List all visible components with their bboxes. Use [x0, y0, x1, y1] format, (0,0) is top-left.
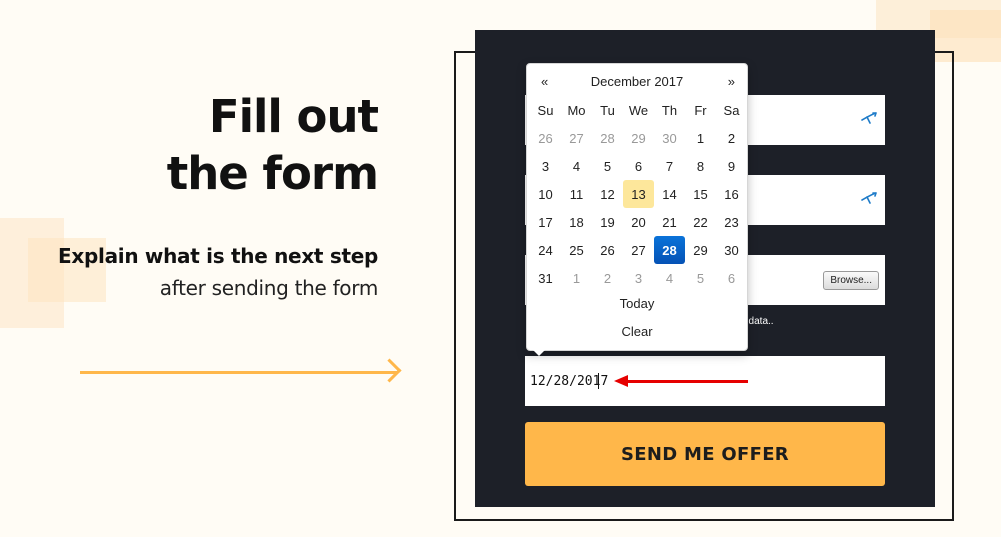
- weekday-header: Tu: [600, 102, 615, 118]
- day-cell[interactable]: 2: [716, 124, 747, 152]
- weekday-header: Su: [537, 102, 554, 118]
- day-cell[interactable]: 30: [654, 124, 685, 152]
- hero-subtitle-light: after sending the form: [159, 276, 379, 300]
- clear-button[interactable]: Clear: [527, 324, 747, 339]
- day-cell[interactable]: 26: [530, 124, 561, 152]
- day-cell[interactable]: 2: [592, 264, 623, 292]
- weekday-header: Fr: [694, 102, 707, 118]
- day-cell[interactable]: 28: [592, 124, 623, 152]
- day-cell-today[interactable]: 13: [623, 180, 654, 208]
- day-cell[interactable]: 6: [623, 152, 654, 180]
- day-cell[interactable]: 11: [561, 180, 592, 208]
- datepicker-popup: « December 2017 » Su Mo Tu We Th Fr Sa 26 27 28 29…: [526, 63, 748, 351]
- day-cell[interactable]: 16: [716, 180, 747, 208]
- day-cell[interactable]: 10: [530, 180, 561, 208]
- day-cell[interactable]: 3: [623, 264, 654, 292]
- day-cell[interactable]: 19: [592, 208, 623, 236]
- day-cell[interactable]: 26: [592, 236, 623, 264]
- weekday-header: We: [628, 102, 649, 118]
- day-cell[interactable]: 23: [716, 208, 747, 236]
- datepicker-title[interactable]: December 2017: [531, 74, 743, 89]
- datepicker-header: « December 2017 »: [531, 70, 743, 92]
- text-caret: [598, 373, 599, 389]
- day-cell[interactable]: 4: [561, 152, 592, 180]
- annotation-arrow: [626, 380, 748, 383]
- day-cell[interactable]: 30: [716, 236, 747, 264]
- day-cell[interactable]: 27: [561, 124, 592, 152]
- next-month-button[interactable]: »: [728, 74, 735, 89]
- decor-square-left: [0, 218, 64, 328]
- day-cell[interactable]: 17: [530, 208, 561, 236]
- day-cell[interactable]: 22: [685, 208, 716, 236]
- hero-title-line1: Fill out: [208, 90, 379, 143]
- decor-arrow: [80, 371, 398, 374]
- day-cell[interactable]: 7: [654, 152, 685, 180]
- day-cell[interactable]: 8: [685, 152, 716, 180]
- weekday-header: Sa: [723, 102, 740, 118]
- datepicker-grid: Su Mo Tu We Th Fr Sa 26 27 28 29 30 1 2 3 4 5 6 7 8 9 10 11 12 1…: [530, 96, 747, 292]
- day-cell[interactable]: 5: [685, 264, 716, 292]
- day-cell-selected[interactable]: 28: [654, 236, 685, 264]
- day-cell[interactable]: 24: [530, 236, 561, 264]
- hero-title: Fill out the form: [166, 88, 379, 202]
- day-cell[interactable]: 29: [685, 236, 716, 264]
- hero-title-line2: the form: [166, 147, 379, 200]
- day-cell[interactable]: 14: [654, 180, 685, 208]
- day-cell[interactable]: 9: [716, 152, 747, 180]
- day-cell[interactable]: 18: [561, 208, 592, 236]
- hero-subtitle-bold: Explain what is the next step: [58, 244, 378, 268]
- day-cell[interactable]: 3: [530, 152, 561, 180]
- weekday-header: Mo: [567, 102, 586, 118]
- day-cell[interactable]: 1: [685, 124, 716, 152]
- day-cell[interactable]: 25: [561, 236, 592, 264]
- day-cell[interactable]: 1: [561, 264, 592, 292]
- swoosh-icon: [861, 191, 879, 207]
- day-cell[interactable]: 27: [623, 236, 654, 264]
- today-button[interactable]: Today: [527, 296, 747, 311]
- arrow-right-icon: [377, 358, 402, 383]
- datepicker-pointer: [532, 349, 546, 356]
- day-cell[interactable]: 5: [592, 152, 623, 180]
- day-cell[interactable]: 29: [623, 124, 654, 152]
- day-cell[interactable]: 6: [716, 264, 747, 292]
- arrow-left-icon: [614, 375, 628, 387]
- day-cell[interactable]: 12: [592, 180, 623, 208]
- swoosh-icon: [861, 111, 879, 127]
- day-cell[interactable]: 31: [530, 264, 561, 292]
- weekday-header: Th: [661, 102, 678, 118]
- day-cell[interactable]: 21: [654, 208, 685, 236]
- day-cell[interactable]: 20: [623, 208, 654, 236]
- day-cell[interactable]: 4: [654, 264, 685, 292]
- send-offer-button[interactable]: SEND ME OFFER: [525, 422, 885, 486]
- day-cell[interactable]: 15: [685, 180, 716, 208]
- browse-button[interactable]: Browse...: [823, 271, 879, 290]
